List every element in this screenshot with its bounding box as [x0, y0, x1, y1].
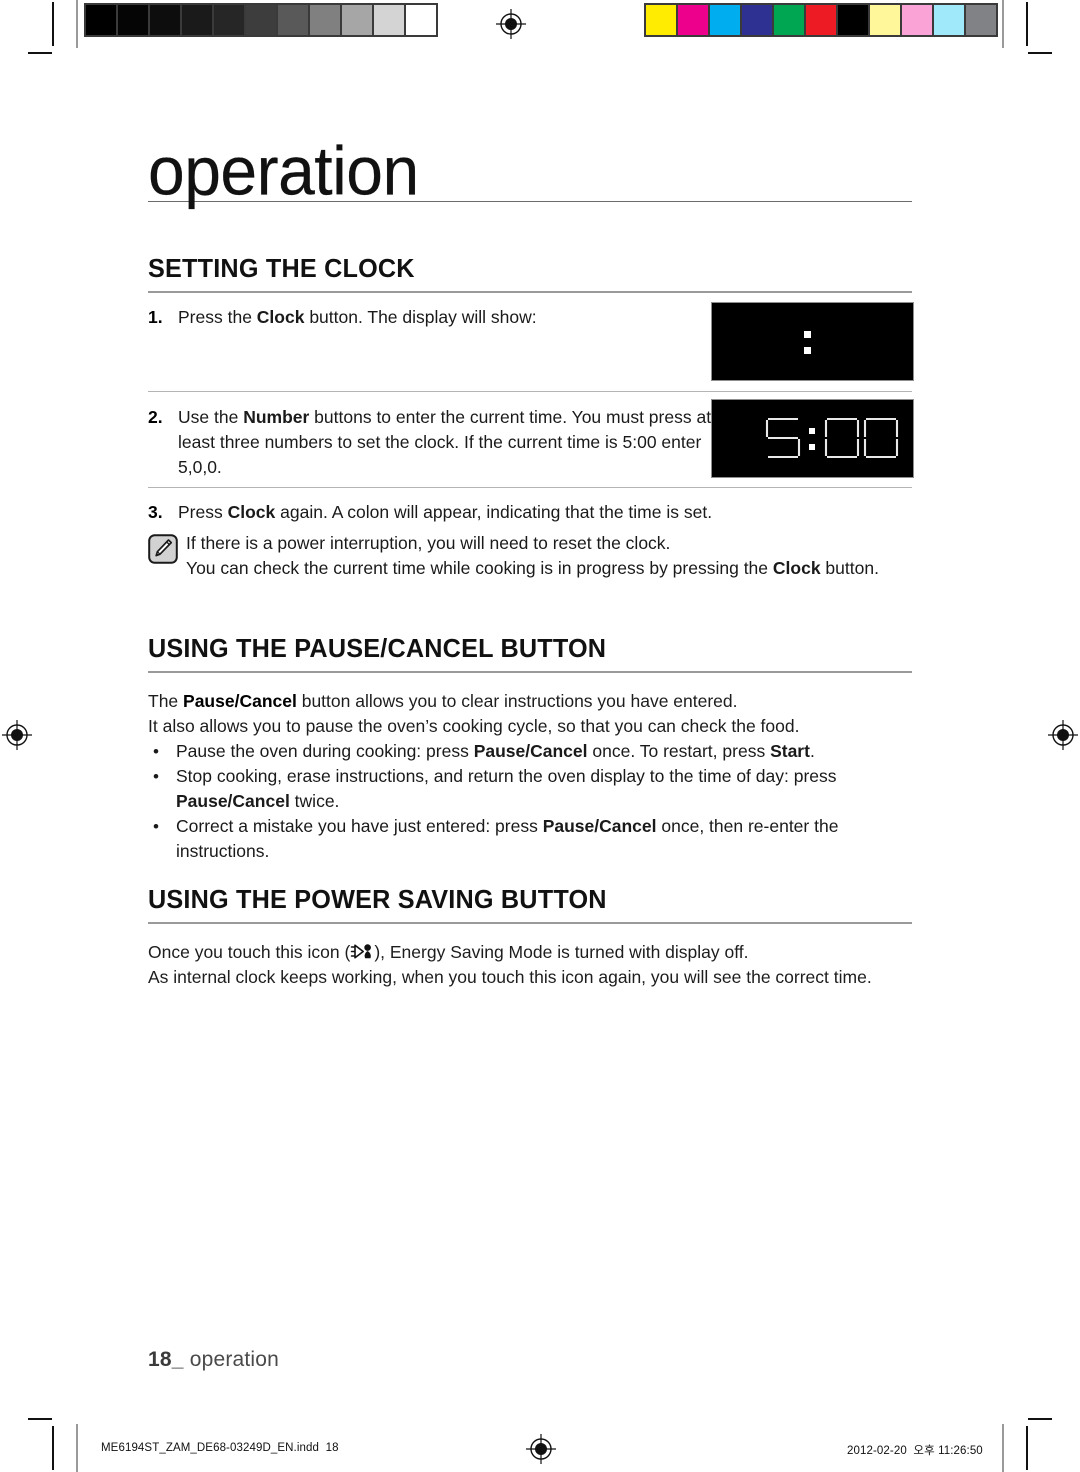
print-slug-filename: ME6194ST_ZAM_DE68-03249D_EN.indd 18 [101, 1442, 339, 1454]
note-icon [148, 534, 178, 571]
section-heading-rule-pause-cancel [148, 671, 912, 673]
print-slug-locale-mark: 오후 [913, 1445, 935, 1457]
print-slug-time: 11:26:50 [938, 1445, 983, 1457]
step-1-number: 1. [148, 307, 163, 327]
section-heading-pause-cancel: USING THE PAUSE/CANCEL BUTTON [148, 633, 607, 663]
section-heading-rule [148, 291, 912, 293]
note-block: If there is a power interruption, you wi… [148, 525, 912, 581]
pause-cancel-bullet-1-text: Pause the oven during cooking: press Pau… [176, 741, 815, 761]
seven-segment-colon-only [712, 303, 913, 380]
step-2: 2. Use the Number buttons to enter the c… [148, 392, 720, 493]
pause-cancel-bullet-3-text: Correct a mistake you have just entered:… [176, 816, 839, 861]
display-five-oclock [711, 399, 914, 478]
section-using-power-saving-button: USING THE POWER SAVING BUTTON Once you t… [148, 884, 912, 990]
print-slug-page: 18 [325, 1442, 339, 1454]
step-1-text: Press the Clock button. The display will… [178, 307, 537, 327]
step-3-number: 3. [148, 502, 163, 522]
pause-cancel-bullet-2-text: Stop cooking, erase instructions, and re… [176, 766, 837, 811]
chapter-title: operation [148, 131, 419, 209]
step-3-text: Press Clock again. A colon will appear, … [178, 502, 713, 522]
bullet-dot-icon: • [153, 767, 159, 786]
manual-page: operation SETTING THE CLOCK 1. Press the… [0, 0, 1080, 1472]
page-number: 18_ [148, 1348, 184, 1371]
pause-cancel-bullet-3: • Correct a mistake you have just entere… [148, 814, 912, 864]
pause-cancel-paragraph-1: The Pause/Cancel button allows you to cl… [148, 691, 738, 711]
print-slug-date: 2012-02-20 [847, 1445, 907, 1457]
page-folio: 18_ operation [148, 1348, 279, 1372]
section-using-pause-cancel-button: USING THE PAUSE/CANCEL BUTTON The Pause/… [148, 633, 912, 864]
bullet-dot-icon: • [153, 742, 159, 761]
section-heading-power-saving: USING THE POWER SAVING BUTTON [148, 884, 607, 914]
chapter-title-block: operation [148, 131, 912, 211]
print-slug-file: ME6194ST_ZAM_DE68-03249D_EN.indd [101, 1442, 319, 1454]
display-colon-only [711, 302, 914, 381]
step-2-number: 2. [148, 407, 163, 427]
step-3: 3. Press Clock again. A colon will appea… [148, 488, 912, 525]
power-saving-text-after-icon: ), Energy Saving Mode is turned with dis… [374, 942, 749, 962]
bullet-dot-icon: • [153, 817, 159, 836]
section-heading-rule-power-saving [148, 922, 912, 924]
seven-segment-five-zero-zero [712, 400, 913, 477]
power-saving-paragraph-2: As internal clock keeps working, when yo… [148, 967, 872, 987]
power-saving-icon [350, 942, 374, 961]
pause-cancel-bullet-1: • Pause the oven during cooking: press P… [148, 739, 912, 764]
pause-cancel-bullet-2: • Stop cooking, erase instructions, and … [148, 764, 912, 814]
step-2-text: Use the Number buttons to enter the curr… [178, 407, 712, 477]
power-saving-paragraph-1: Once you touch this icon ( ), Energy Sav… [148, 936, 912, 965]
page-folio-label: operation [189, 1348, 280, 1371]
note-text: If there is a power interruption, you wi… [186, 533, 879, 578]
pause-cancel-paragraph-2: It also allows you to pause the oven’s c… [148, 716, 800, 736]
power-saving-text-before-icon: Once you touch this icon ( [148, 942, 351, 962]
section-heading-setting-the-clock: SETTING THE CLOCK [148, 253, 415, 283]
print-slug-timestamp: 2012-02-20 오후 11:26:50 [847, 1442, 983, 1458]
step-1: 1. Press the Clock button. The display w… [148, 305, 708, 389]
